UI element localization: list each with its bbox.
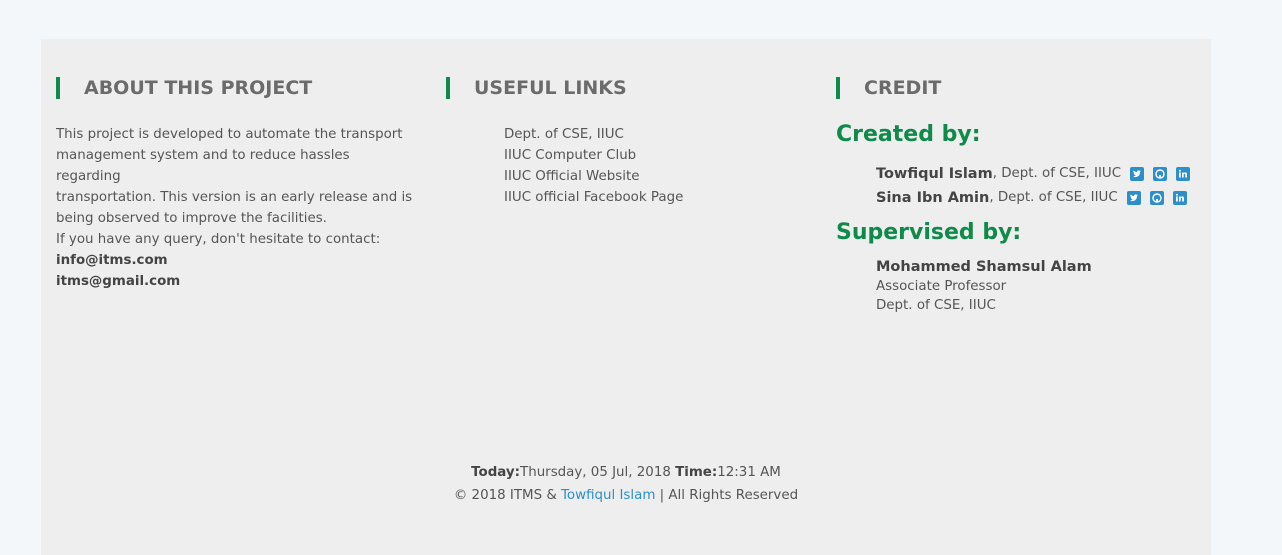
created-by-label: Created by: [836, 122, 981, 147]
link-official-website[interactable]: IIUC Official Website [504, 169, 639, 184]
twitter-icon[interactable] [1126, 191, 1141, 205]
github-icon[interactable] [1149, 191, 1164, 205]
list-item: IIUC Official Website [504, 166, 683, 187]
link-facebook-page[interactable]: IIUC official Facebook Page [504, 190, 683, 205]
linkedin-icon[interactable] [1172, 191, 1187, 205]
list-item: IIUC Computer Club [504, 145, 683, 166]
supervisor-title: Associate Professor [876, 279, 1007, 294]
today-label: Today: [471, 465, 521, 480]
copyright-line: © 2018 ITMS & Towfiqul Islam | All Right… [41, 484, 1211, 507]
creator-row: Sina Ibn Amin , Dept. of CSE, IIUC [876, 189, 1187, 207]
creator-affiliation: , Dept. of CSE, IIUC [989, 190, 1118, 205]
link-computer-club[interactable]: IIUC Computer Club [504, 148, 636, 163]
about-line: management system and to reduce hassles … [56, 148, 350, 184]
supervisor-name: Mohammed Shamsul Alam [876, 259, 1092, 275]
about-heading: ABOUT THIS PROJECT [56, 77, 312, 99]
credit-heading: CREDIT [836, 77, 941, 99]
copyright-prefix: © 2018 ITMS & [453, 488, 562, 503]
author-link[interactable]: Towfiqul Islam [561, 488, 655, 503]
footer: ABOUT THIS PROJECT This project is devel… [41, 39, 1211, 555]
creator-affiliation: , Dept. of CSE, IIUC [992, 166, 1122, 181]
date-time-line: Today:Thursday, 05 Jul, 2018 Time:12:31 … [41, 461, 1211, 484]
linkedin-icon[interactable] [1176, 167, 1191, 181]
about-line: This project is developed to automate th… [56, 127, 403, 142]
useful-links-list: Dept. of CSE, IIUC IIUC Computer Club II… [504, 124, 683, 208]
creator-name: Sina Ibn Amin [876, 190, 990, 206]
links-heading: USEFUL LINKS [446, 77, 627, 99]
about-text: This project is developed to automate th… [56, 124, 416, 292]
email-itms: itms@gmail.com [56, 274, 181, 289]
footer-bottom: Today:Thursday, 05 Jul, 2018 Time:12:31 … [41, 461, 1211, 507]
time-label: Time: [675, 465, 718, 480]
list-item: Dept. of CSE, IIUC [504, 124, 683, 145]
creator-name: Towfiqul Islam [876, 166, 993, 182]
creator-row: Towfiqul Islam , Dept. of CSE, IIUC [876, 165, 1191, 183]
link-dept-cse[interactable]: Dept. of CSE, IIUC [504, 127, 624, 142]
about-line: transportation. This version is an early… [56, 190, 413, 205]
about-line: being observed to improve the facilities… [56, 211, 327, 226]
supervisor-dept: Dept. of CSE, IIUC [876, 298, 996, 313]
supervised-by-label: Supervised by: [836, 220, 1022, 245]
copyright-suffix: | All Rights Reserved [655, 488, 799, 503]
today-value: Thursday, 05 Jul, 2018 [520, 465, 671, 480]
email-info: info@itms.com [56, 253, 168, 268]
contact-prompt: If you have any query, don't hesitate to… [56, 232, 381, 247]
supervisor-info: Mohammed Shamsul Alam Associate Professo… [876, 258, 1092, 315]
twitter-icon[interactable] [1130, 167, 1145, 181]
list-item: IIUC official Facebook Page [504, 187, 683, 208]
github-icon[interactable] [1153, 167, 1168, 181]
time-value: 12:31 AM [717, 465, 781, 480]
